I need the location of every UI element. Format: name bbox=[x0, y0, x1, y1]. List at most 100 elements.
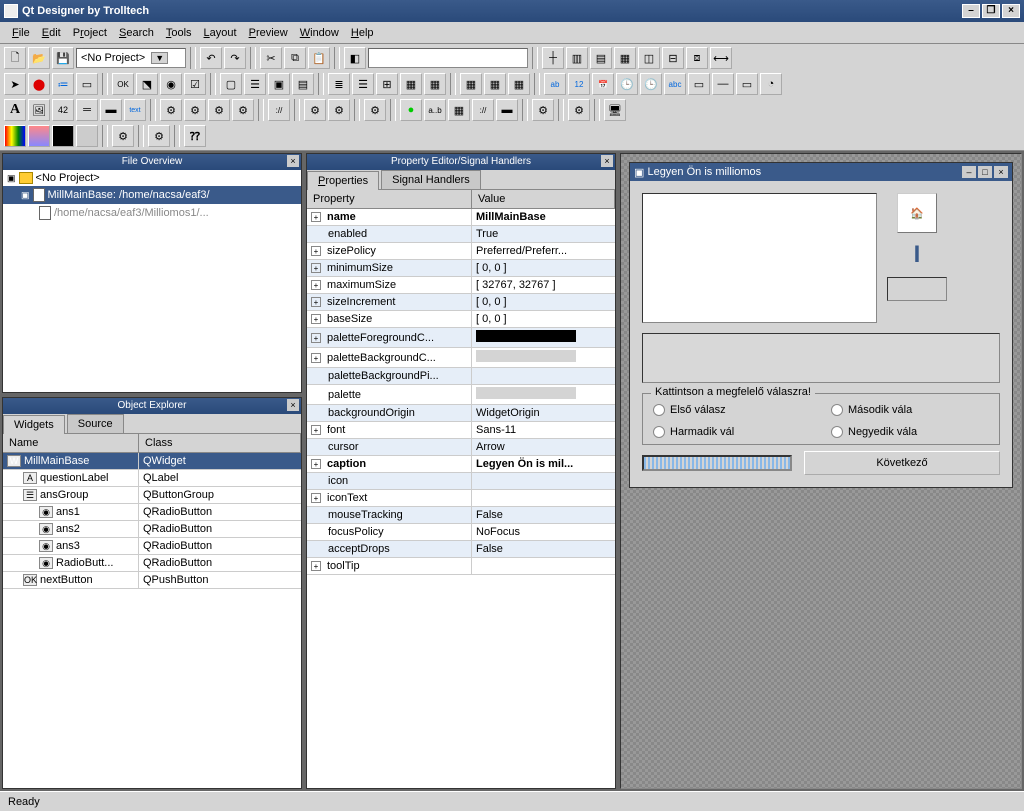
col-name[interactable]: Name bbox=[3, 434, 139, 452]
menu-file[interactable]: File bbox=[6, 25, 36, 41]
scrollbar-icon[interactable]: ▭ bbox=[736, 73, 758, 95]
form-preview[interactable]: ▣ Legyen Ön is milliomos – □ × 🏠 I bbox=[629, 162, 1013, 488]
kde-widget6-icon[interactable]: ⚙ bbox=[328, 99, 350, 121]
property-row[interactable]: +sizePolicyPreferred/Preferr... bbox=[307, 243, 615, 260]
layout-vbox-icon[interactable]: ▤ bbox=[590, 47, 612, 69]
listview-icon[interactable]: ☰ bbox=[352, 73, 374, 95]
tab-signals[interactable]: Signal Handlers bbox=[381, 170, 481, 189]
buttongroup-icon[interactable]: ☰ bbox=[244, 73, 266, 95]
tree-item-child[interactable]: /home/nacsa/eaf3/Milliomos1/... bbox=[3, 204, 301, 222]
property-row[interactable]: backgroundOriginWidgetOrigin bbox=[307, 405, 615, 422]
form-minimize-icon[interactable]: – bbox=[962, 166, 976, 178]
break-layout-icon[interactable]: ⧈ bbox=[686, 47, 708, 69]
expand-icon[interactable]: + bbox=[311, 212, 321, 222]
expand-icon[interactable]: + bbox=[311, 280, 321, 290]
expand-icon[interactable]: + bbox=[311, 297, 321, 307]
expand-icon[interactable]: + bbox=[311, 459, 321, 469]
menu-window[interactable]: Window bbox=[294, 25, 345, 41]
tab-source[interactable]: Source bbox=[67, 414, 124, 433]
menu-project[interactable]: Project bbox=[67, 25, 113, 41]
signal-slot-icon[interactable]: ⬤ bbox=[28, 73, 50, 95]
object-row[interactable]: ☰ansGroupQButtonGroup bbox=[3, 487, 301, 504]
next-button[interactable]: Következő bbox=[804, 451, 1000, 475]
kcolor2-icon[interactable] bbox=[28, 125, 50, 147]
align-center-icon[interactable]: ┼ bbox=[542, 47, 564, 69]
property-row[interactable]: cursorArrow bbox=[307, 439, 615, 456]
menu-edit[interactable]: Edit bbox=[36, 25, 67, 41]
layout-split-h-icon[interactable]: ◫ bbox=[638, 47, 660, 69]
property-row[interactable]: +minimumSize[ 0, 0 ] bbox=[307, 260, 615, 277]
kde-about-icon[interactable]: 🖥 bbox=[604, 99, 626, 121]
whatsthis-icon[interactable]: ⁇ bbox=[184, 125, 206, 147]
property-row[interactable]: enabledTrue bbox=[307, 226, 615, 243]
menu-help[interactable]: Help bbox=[345, 25, 380, 41]
label-icon[interactable]: A bbox=[4, 99, 26, 121]
property-row[interactable]: +nameMillMainBase bbox=[307, 209, 615, 226]
slider-icon[interactable]: — bbox=[712, 73, 734, 95]
object-row[interactable]: ◉ans1QRadioButton bbox=[3, 504, 301, 521]
menu-tools[interactable]: Tools bbox=[160, 25, 198, 41]
line-icon[interactable]: ═ bbox=[76, 99, 98, 121]
kde-widget11-icon[interactable]: ⚙ bbox=[148, 125, 170, 147]
kde-widget10-icon[interactable]: ⚙ bbox=[112, 125, 134, 147]
object-row[interactable]: OKnextButtonQPushButton bbox=[3, 572, 301, 589]
property-row[interactable]: +baseSize[ 0, 0 ] bbox=[307, 311, 615, 328]
databrowser-icon[interactable]: ▦ bbox=[484, 73, 506, 95]
paste-icon[interactable]: 📋 bbox=[308, 47, 330, 69]
kde-widget2-icon[interactable]: ⚙ bbox=[184, 99, 206, 121]
property-row[interactable]: +paletteForegroundC... bbox=[307, 328, 615, 348]
kurl2-icon[interactable]: :// bbox=[472, 99, 494, 121]
spinbox-icon[interactable]: 12 bbox=[568, 73, 590, 95]
expand-icon[interactable]: + bbox=[311, 561, 321, 571]
property-row[interactable]: +paletteBackgroundC... bbox=[307, 348, 615, 368]
panel-close-icon[interactable]: × bbox=[287, 155, 299, 167]
toolbutton-icon[interactable]: ⬔ bbox=[136, 73, 158, 95]
layout-grid-icon[interactable]: ▦ bbox=[614, 47, 636, 69]
object-row[interactable]: AquestionLabelQLabel bbox=[3, 470, 301, 487]
dateedit-icon[interactable]: 📅 bbox=[592, 73, 614, 95]
lineedit-icon[interactable]: ab bbox=[544, 73, 566, 95]
search-box[interactable] bbox=[368, 48, 528, 68]
layout-split-v-icon[interactable]: ⊟ bbox=[662, 47, 684, 69]
pixmap-icon[interactable]: 🖼 bbox=[28, 99, 50, 121]
kcolor1-icon[interactable] bbox=[4, 125, 26, 147]
expand-icon[interactable]: + bbox=[311, 493, 321, 503]
lcdnumber-icon[interactable]: 42 bbox=[52, 99, 74, 121]
object-row[interactable]: ◉ans3QRadioButton bbox=[3, 538, 301, 555]
expand-icon[interactable]: + bbox=[311, 314, 321, 324]
form-close-icon[interactable]: × bbox=[994, 166, 1008, 178]
kcolor4-icon[interactable] bbox=[76, 125, 98, 147]
close-button[interactable]: × bbox=[1002, 4, 1020, 18]
property-row[interactable]: +toolTip bbox=[307, 558, 615, 575]
radio-answer-1[interactable]: Első válasz bbox=[653, 404, 811, 416]
property-row[interactable]: +iconText bbox=[307, 490, 615, 507]
expand-icon[interactable]: + bbox=[311, 263, 321, 273]
tab-order-icon[interactable]: ≔ bbox=[52, 73, 74, 95]
buddy-icon[interactable]: ▭ bbox=[76, 73, 98, 95]
expand-icon[interactable]: + bbox=[311, 333, 321, 343]
kde-widget8-icon[interactable]: ⚙ bbox=[532, 99, 554, 121]
design-canvas[interactable]: ▣ Legyen Ön is milliomos – □ × 🏠 I bbox=[620, 153, 1022, 789]
textbrowser-icon[interactable]: text bbox=[124, 99, 146, 121]
property-row[interactable]: paletteBackgroundPi... bbox=[307, 368, 615, 385]
radio-answer-4[interactable]: Negyedik vála bbox=[831, 426, 989, 438]
cut-icon[interactable]: ✂ bbox=[260, 47, 282, 69]
project-combo[interactable]: <No Project> ▼ bbox=[76, 48, 186, 68]
property-row[interactable]: +sizeIncrement[ 0, 0 ] bbox=[307, 294, 615, 311]
tabwidget-icon[interactable]: ▤ bbox=[292, 73, 314, 95]
kde-widget3-icon[interactable]: ⚙ bbox=[208, 99, 230, 121]
property-row[interactable]: icon bbox=[307, 473, 615, 490]
form-titlebar[interactable]: ▣ Legyen Ön is milliomos – □ × bbox=[630, 163, 1012, 181]
kde-widget1-icon[interactable]: ⚙ bbox=[160, 99, 182, 121]
listbox-icon[interactable]: ≣ bbox=[328, 73, 350, 95]
property-row[interactable]: acceptDropsFalse bbox=[307, 541, 615, 558]
form-maximize-icon[interactable]: □ bbox=[978, 166, 992, 178]
property-row[interactable]: +captionLegyen Ön is mil... bbox=[307, 456, 615, 473]
layout-hbox-icon[interactable]: ▥ bbox=[566, 47, 588, 69]
panel-close-icon[interactable]: × bbox=[601, 155, 613, 167]
table-icon[interactable]: ▦ bbox=[400, 73, 422, 95]
panel-close-icon[interactable]: × bbox=[287, 399, 299, 411]
menu-search[interactable]: Search bbox=[113, 25, 160, 41]
combobox-icon[interactable]: ▭ bbox=[688, 73, 710, 95]
kled-icon[interactable]: ● bbox=[400, 99, 422, 121]
